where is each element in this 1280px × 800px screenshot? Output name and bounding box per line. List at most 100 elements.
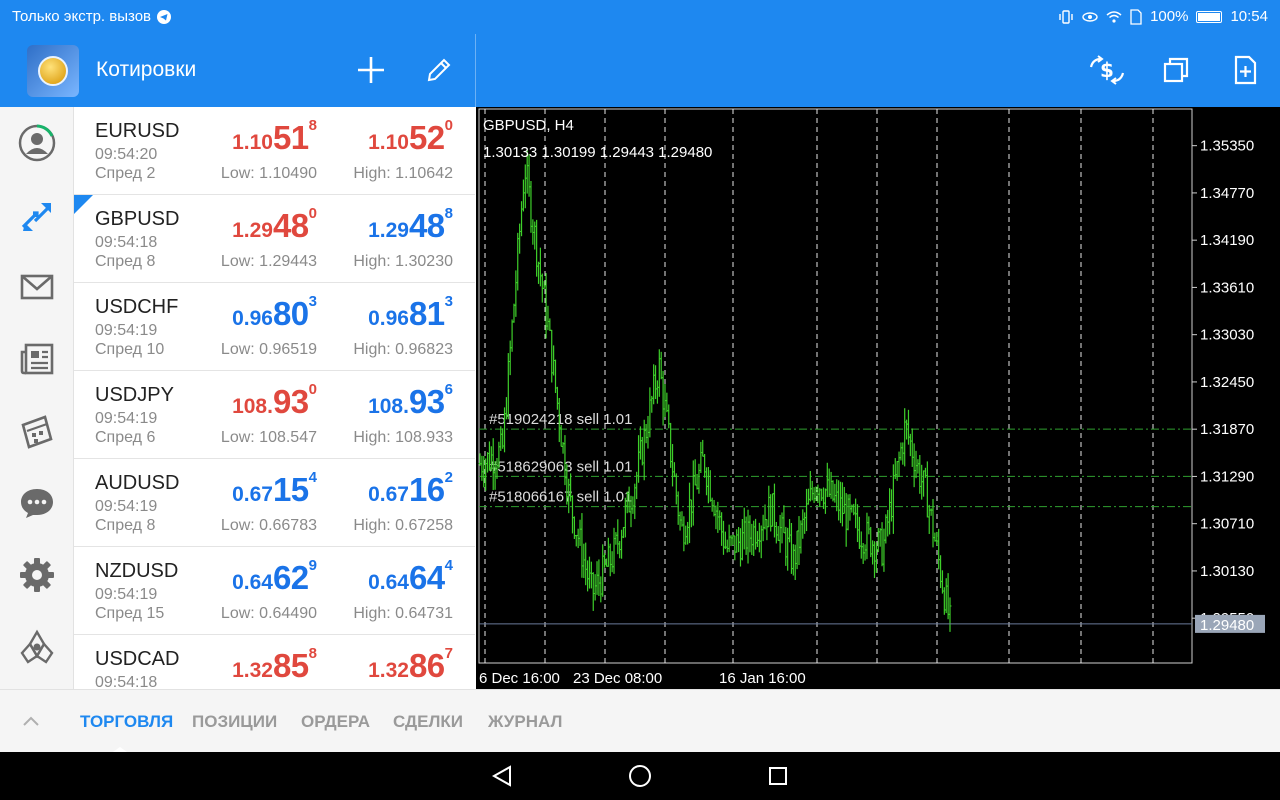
calendar-icon[interactable] [0,395,74,467]
ask-price-fraction: 0 [444,117,453,134]
bid-price-fraction: 4 [308,469,317,486]
top-app-bar: Котировки $ [0,34,1280,107]
mail-icon[interactable] [0,251,74,323]
order-label: #518066167 sell 1.01 [489,489,632,506]
settings-icon[interactable] [0,539,74,611]
windows-icon[interactable] [1158,52,1194,88]
back-icon[interactable] [489,763,515,789]
spread-text: Спред 15 [95,605,165,622]
tab-orders[interactable]: ОРДЕРА [301,712,370,732]
tab-deals[interactable]: СДЕЛКИ [393,712,463,732]
recents-icon[interactable] [765,763,791,789]
chart-panel[interactable]: 1.35350 1.34770 1.34190 1.33610 1.33030 1.324… [476,107,1280,689]
ask-price-fraction: 7 [444,645,453,662]
y-tick-label: 1.33610 [1200,279,1254,296]
low-price: Low: 0.66783 [220,517,317,534]
status-left: Только экстр. вызов [12,8,172,25]
quote-time: 09:54:18 [95,674,158,689]
x-tick-label: 6 Dec 16:00 [479,670,560,687]
bid-price-fraction: 9 [308,557,317,574]
spread-text: Спред 2 [95,165,156,182]
ask-price: 0.64644 [368,557,453,597]
bid-price-prefix: 108. [232,395,273,418]
bid-price: 1.29480 [232,205,317,245]
ask-price-pips: 16 [408,471,445,508]
x-tick-label: 23 Dec 08:00 [573,670,662,687]
ask-price-prefix: 1.32 [368,659,409,682]
quote-row-usdjpy[interactable]: USDJPY 09:54:19 Спред 6 108.930 108.936 Low: … [74,371,475,459]
topbar-divider [475,34,476,107]
tab-positions[interactable]: ПОЗИЦИИ [192,712,277,732]
wifi-icon [1106,10,1122,23]
y-tick-label: 1.30130 [1200,563,1254,580]
low-price: Low: 0.96519 [220,341,317,358]
ask-price-fraction: 3 [444,293,453,310]
low-price: Low: 0.64490 [220,605,317,622]
ask-price-fraction: 4 [444,557,453,574]
sim-icon [1130,8,1142,25]
tab-trade[interactable]: ТОРГОВЛЯ [80,712,173,732]
current-price-label: 1.29480 [1200,617,1254,634]
home-icon[interactable] [627,763,653,789]
ask-price-prefix: 0.96 [368,307,409,330]
quote-time: 09:54:19 [95,586,158,603]
high-price: High: 1.10642 [353,165,453,182]
status-right: 100% 10:54 [1058,8,1268,25]
chevron-up-icon[interactable] [22,714,40,732]
clock: 10:54 [1230,8,1268,25]
quote-row-eurusd[interactable]: EURUSD 09:54:20 Спред 2 1.10518 1.10520 Low: … [74,107,475,195]
battery-percent: 100% [1150,8,1189,25]
account-icon[interactable] [0,107,74,179]
selected-marker [74,195,93,214]
quote-row-nzdusd[interactable]: NZDUSD 09:54:19 Спред 15 0.64629 0.64644 Low:… [74,547,475,635]
news-icon[interactable] [0,323,74,395]
vibrate-icon [1059,9,1073,24]
low-price: Low: 1.29443 [220,253,317,270]
ask-price-pips: 48 [408,207,445,244]
spread-text: Спред 10 [95,341,165,358]
carrier-text: Только экстр. вызов [12,8,152,25]
trade-icon[interactable]: $ [1089,52,1125,88]
sidebar [0,107,74,689]
system-nav-bar [0,752,1280,800]
high-price: High: 1.30230 [353,253,453,270]
bid-price-fraction: 0 [308,381,317,398]
community-icon[interactable] [0,611,74,683]
quote-time: 09:54:19 [95,322,158,339]
new-document-icon[interactable] [1227,52,1263,88]
ask-price-prefix: 0.67 [368,483,409,506]
low-price: Low: 108.547 [220,429,317,446]
quote-row-audusd[interactable]: AUDUSD 09:54:19 Спред 8 0.67154 0.67162 Low: … [74,459,475,547]
trade-arrows-icon[interactable] [0,179,74,251]
y-tick-label: 1.31290 [1200,468,1254,485]
chat-icon[interactable] [0,467,74,539]
bid-price-pips: 80 [272,295,309,332]
symbol-name: USDCAD [95,648,180,670]
low-price: Low: 1.10490 [220,165,317,182]
tab-journal[interactable]: ЖУРНАЛ [488,712,562,732]
ask-price-prefix: 108. [368,395,409,418]
price-chart[interactable]: 1.35350 1.34770 1.34190 1.33610 1.33030 1.324… [476,107,1280,689]
y-tick-label: 1.35350 [1200,138,1254,155]
y-tick-label: 1.33030 [1200,327,1254,344]
bid-price-fraction: 3 [308,293,317,310]
ask-price: 1.32867 [368,645,453,685]
pencil-icon[interactable] [421,52,457,88]
bid-price-pips: 85 [272,647,309,684]
ask-price: 1.10520 [368,117,453,157]
page-title: Котировки [96,58,197,81]
high-price: High: 0.64731 [353,605,453,622]
quote-row-usdcad[interactable]: USDCAD 09:54:18 1.32858 1.32867 [74,635,475,689]
bid-price-prefix: 1.32 [232,659,273,682]
ask-price-fraction: 6 [444,381,453,398]
quote-time: 09:54:20 [95,146,158,163]
bid-price-pips: 93 [272,383,309,420]
plus-icon[interactable] [353,52,389,88]
spread-text: Спред 8 [95,517,156,534]
symbol-name: GBPUSD [95,208,180,230]
quote-row-usdchf[interactable]: USDCHF 09:54:19 Спред 10 0.96803 0.96813 Low:… [74,283,475,371]
ask-price-pips: 93 [408,383,445,420]
ask-price-prefix: 0.64 [368,571,409,594]
quote-row-gbpusd[interactable]: GBPUSD 09:54:18 Спред 8 1.29480 1.29488 Low: … [74,195,475,283]
x-tick-label: 16 Jan 16:00 [719,670,806,687]
